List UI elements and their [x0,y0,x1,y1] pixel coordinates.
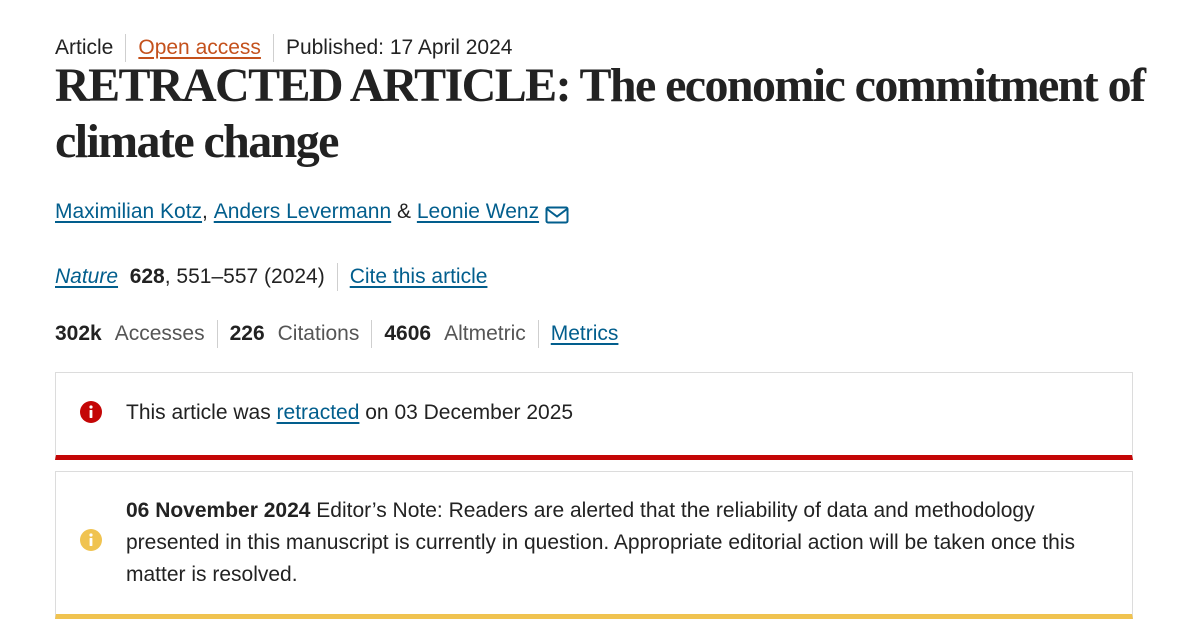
article-title: RETRACTED ARTICLE: The economic commitme… [55,59,1146,168]
retraction-text-after: on 03 December 2025 [359,401,574,424]
mail-icon[interactable] [545,203,569,224]
retracted-link[interactable]: retracted [277,401,360,424]
metrics-row: 302k Accesses 226 Citations 4606 Altmetr… [55,319,618,349]
retraction-notice: This article was retracted on 03 Decembe… [55,372,1133,460]
error-info-icon [80,401,102,423]
journal-link[interactable]: Nature [55,262,118,292]
cite-this-article-link[interactable]: Cite this article [350,262,488,292]
pages-year: , 551–557 (2024) [164,265,325,288]
accesses-label: Accesses [114,322,205,345]
citation-row: Nature 628, 551–557 (2024) Cite this art… [55,262,487,292]
author-separator: , [202,200,208,223]
citations-count: 226 [229,322,265,345]
author-link-levermann[interactable]: Anders Levermann [214,197,391,227]
divider [371,320,373,348]
retraction-text-before: This article was [126,401,277,424]
volume-number: 628 [129,265,165,288]
citations-label: Citations [277,322,360,345]
editor-note: 06 November 2024 Editor’s Note: Readers … [55,471,1133,619]
divider [537,320,539,348]
accesses-count: 302k [55,322,102,345]
editor-note-date: 06 November 2024 [126,499,311,522]
divider [336,263,338,291]
author-list: Maximilian Kotz, Anders Levermann & Leon… [55,197,569,227]
author-link-wenz[interactable]: Leonie Wenz [417,197,539,227]
divider [216,320,218,348]
retraction-text: This article was retracted on 03 Decembe… [126,397,1102,429]
editor-note-text: 06 November 2024 Editor’s Note: Readers … [126,495,1102,591]
altmetric-score: 4606 [384,322,432,345]
warning-info-icon [80,529,102,551]
altmetric-label: Altmetric [444,322,526,345]
author-link-kotz[interactable]: Maximilian Kotz [55,197,202,227]
author-separator-and: & [397,200,412,223]
metrics-link[interactable]: Metrics [551,319,619,349]
